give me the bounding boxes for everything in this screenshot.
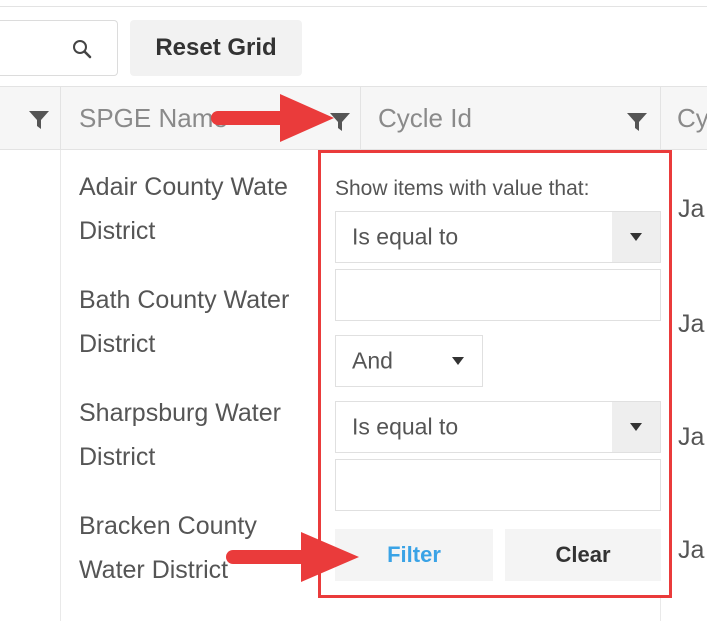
- filter-menu-title: Show items with value that:: [335, 177, 590, 200]
- spge-name-cell: Bath County Water District: [79, 286, 290, 358]
- grid-toolbar: Reset Grid: [0, 14, 707, 80]
- spge-name-cell: Bracken County Water District: [79, 512, 257, 584]
- column-divider: [60, 150, 61, 621]
- header-divider: [660, 87, 661, 149]
- cycle-cell: Ja: [678, 423, 705, 451]
- filter-icon[interactable]: [28, 109, 50, 131]
- spge-name-filter-icon[interactable]: [329, 111, 351, 133]
- reset-grid-button[interactable]: Reset Grid: [130, 20, 302, 76]
- filter-value-input-1[interactable]: [335, 269, 661, 321]
- dropdown-arrow-icon: [612, 402, 660, 452]
- search-icon: [73, 40, 92, 59]
- column-header-spge-name[interactable]: SPGE Name: [79, 87, 319, 149]
- search-button[interactable]: [62, 33, 102, 65]
- search-input[interactable]: [0, 20, 118, 76]
- column-header-cycle[interactable]: Cy: [677, 87, 707, 149]
- dropdown-arrow-icon: [434, 336, 482, 386]
- operator-select-1[interactable]: Is equal to: [335, 211, 661, 263]
- cycle-cell: Ja: [678, 536, 705, 564]
- spge-name-cell: Sharpsburg Water District: [79, 399, 281, 471]
- spge-name-cell: Adair County Wate District: [79, 173, 288, 245]
- operator-select-2[interactable]: Is equal to: [335, 401, 661, 453]
- header-divider: [360, 87, 361, 149]
- dropdown-arrow-icon: [612, 212, 660, 262]
- grid-header: SPGE Name Cycle Id Cy: [0, 86, 707, 150]
- filter-value-input-2[interactable]: [335, 459, 661, 511]
- header-divider: [60, 87, 61, 149]
- cycle-cell: Ja: [678, 195, 705, 223]
- cycle-id-filter-icon[interactable]: [626, 111, 648, 133]
- filter-button[interactable]: Filter: [335, 529, 493, 581]
- cycle-cell: Ja: [678, 310, 705, 338]
- logic-select[interactable]: And: [335, 335, 483, 387]
- top-divider: [0, 6, 707, 7]
- filter-menu-popup: Show items with value that: Is equal to …: [318, 150, 672, 598]
- column-header-cycle-id[interactable]: Cycle Id: [378, 87, 618, 149]
- clear-button[interactable]: Clear: [505, 529, 661, 581]
